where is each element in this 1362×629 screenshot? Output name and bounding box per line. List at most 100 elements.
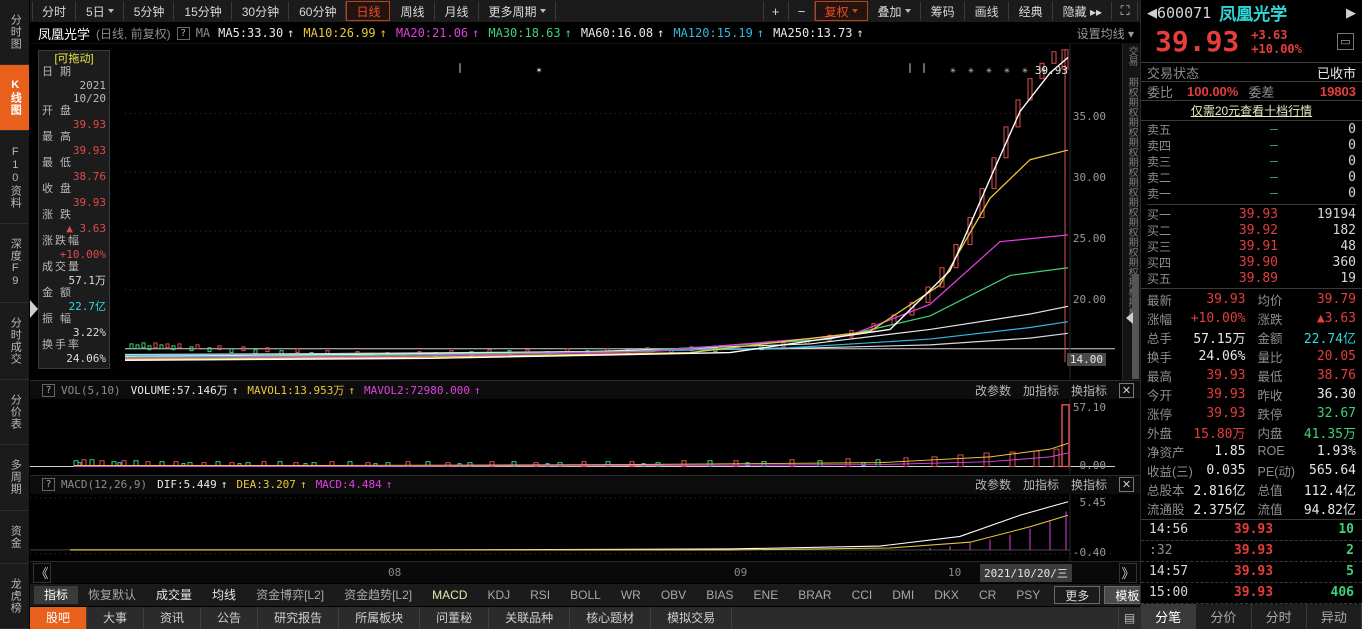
- indicator-rsi[interactable]: RSI: [520, 586, 560, 604]
- price-change: +3.63: [1251, 27, 1288, 42]
- period-monthly[interactable]: 月线: [435, 1, 479, 22]
- tab-suoshubankuai[interactable]: 所属板块: [339, 606, 421, 629]
- rail-item-zijin[interactable]: 资金: [0, 511, 29, 564]
- volume-add-indicator-button[interactable]: 加指标: [1023, 382, 1059, 399]
- period-daily[interactable]: 日线: [346, 1, 391, 22]
- rail-item-shendu[interactable]: 深度F9: [0, 224, 29, 303]
- macd-change-params-button[interactable]: 改参数: [975, 476, 1011, 493]
- indicator-obv[interactable]: OBV: [651, 586, 696, 604]
- overlay-button[interactable]: 叠加: [868, 1, 921, 22]
- period-5min[interactable]: 5分钟: [124, 1, 175, 22]
- volume-pane[interactable]: 57.10 0.00: [30, 399, 1140, 475]
- scroll-right-button[interactable]: 》: [1119, 562, 1137, 583]
- tab-guanlianpinzhong[interactable]: 关联品种: [489, 606, 571, 629]
- indicator-zhibiao[interactable]: 指标: [34, 585, 79, 604]
- help-icon[interactable]: ?: [176, 26, 190, 40]
- tick-list[interactable]: 14:56 39.93 10 :32 39.93 2 14:57 39.93 5…: [1141, 520, 1362, 604]
- zoom-in-button[interactable]: +: [762, 1, 789, 22]
- period-more[interactable]: 更多周期: [479, 1, 556, 22]
- tab-monijiaoyi[interactable]: 模拟交易: [651, 606, 733, 629]
- classic-button[interactable]: 经典: [1009, 1, 1053, 22]
- indicator-dkx[interactable]: DKX: [924, 586, 969, 604]
- tab-yanjiubaogao[interactable]: 研究报告: [258, 606, 340, 629]
- adjust-price-button[interactable]: 复权: [814, 1, 868, 22]
- period-15min[interactable]: 15分钟: [174, 1, 232, 22]
- indicator-wr[interactable]: WR: [611, 586, 651, 604]
- macd-pane[interactable]: 5.45 -0.40: [30, 493, 1140, 562]
- indicator-volume[interactable]: 成交量: [146, 586, 202, 604]
- indicator-kdj[interactable]: KDJ: [477, 586, 520, 604]
- indicator-brar[interactable]: BRAR: [788, 586, 841, 604]
- indicator-restore-default[interactable]: 恢复默认: [78, 586, 146, 604]
- period-30min[interactable]: 30分钟: [232, 1, 290, 22]
- tab-hexintichai[interactable]: 核心题材: [570, 606, 652, 629]
- indicator-boll[interactable]: BOLL: [560, 586, 611, 604]
- volume-close-icon[interactable]: ✕: [1119, 382, 1134, 398]
- indicator-ene[interactable]: ENE: [744, 586, 789, 604]
- indicator-dmi[interactable]: DMI: [882, 586, 924, 604]
- prev-stock-icon[interactable]: ◀: [1147, 5, 1157, 21]
- rtab-fenjia[interactable]: 分价: [1196, 603, 1252, 629]
- rail-item-duozhouqi[interactable]: 多周期: [0, 445, 29, 511]
- ten-level-quote-promo[interactable]: 仅需20元查看十档行情: [1141, 101, 1362, 120]
- tab-dashi[interactable]: 大事: [87, 606, 145, 629]
- rail-item-longhubang[interactable]: 龙虎榜: [0, 564, 29, 629]
- indicator-bias[interactable]: BIAS: [696, 586, 743, 604]
- date-axis[interactable]: 《 08 09 10 2021/10/20/三 》: [30, 561, 1140, 583]
- rail-item-fenjiabiao[interactable]: 分价表: [0, 380, 29, 446]
- tab-wendongmi[interactable]: 问董秘: [420, 606, 490, 629]
- period-weekly[interactable]: 周线: [390, 1, 435, 22]
- scroll-left-button[interactable]: 《: [33, 562, 51, 583]
- stats-row-change: 涨幅 +10.00% 涨跌 ▲3.63: [1141, 309, 1362, 328]
- macd-switch-indicator-button[interactable]: 换指标: [1071, 476, 1107, 493]
- tab-guba[interactable]: 股吧: [30, 606, 88, 629]
- volume-switch-indicator-button[interactable]: 换指标: [1071, 382, 1107, 399]
- candlestick-pane[interactable]: ✶ ✳ ✳ ✳ ✳ ✳ ✳ [可拖动] 日 期 2021 10/20 开 盘 39.9…: [30, 44, 1140, 381]
- indicator-psy[interactable]: PSY: [1006, 586, 1050, 604]
- rtab-fenbi[interactable]: 分笔: [1141, 603, 1197, 629]
- btn-label: 5日: [86, 4, 105, 19]
- indicator-cci[interactable]: CCI: [842, 586, 883, 604]
- indicator-fund-trend-l2[interactable]: 资金趋势[L2]: [334, 586, 422, 604]
- period-60min[interactable]: 60分钟: [289, 1, 347, 22]
- rtab-fenshi[interactable]: 分时: [1252, 603, 1307, 629]
- drawline-button[interactable]: 画线: [965, 1, 1009, 22]
- volume-canvas: [30, 399, 1115, 475]
- chips-button[interactable]: 筹码: [921, 1, 965, 22]
- order-label: 买五: [1147, 272, 1172, 287]
- rail-item-f10[interactable]: F10资料: [0, 131, 29, 224]
- macd-add-indicator-button[interactable]: 加指标: [1023, 476, 1059, 493]
- indicator-cr[interactable]: CR: [969, 586, 1006, 604]
- fullscreen-button[interactable]: ⛶: [1112, 1, 1138, 22]
- rail-item-kxiantu[interactable]: K线图: [0, 65, 29, 132]
- volume-change-params-button[interactable]: 改参数: [975, 382, 1011, 399]
- chart-vertical-scrollbar[interactable]: [1132, 274, 1139, 380]
- date-tick-08: 08: [388, 566, 402, 580]
- hide-button[interactable]: 隐藏 ▸▸: [1053, 1, 1112, 22]
- zoom-out-button[interactable]: −: [789, 1, 815, 22]
- rtab-yidong[interactable]: 异动: [1307, 603, 1362, 629]
- ma-settings-button[interactable]: 设置均线 ▾: [1077, 25, 1140, 42]
- indicator-ma[interactable]: 均线: [202, 586, 246, 604]
- current-price: 39.93: [1155, 25, 1240, 59]
- volume-value: VOLUME:57.146万: [130, 384, 228, 398]
- ma-label: MA: [195, 26, 211, 41]
- draggable-info-box[interactable]: [可拖动] 日 期 2021 10/20 开 盘 39.93 最 高 39.93…: [38, 50, 110, 370]
- period-fenshi[interactable]: 分时: [32, 1, 77, 22]
- chart-panel-collapse-icon[interactable]: [1126, 312, 1133, 325]
- rail-item-fenshitu[interactable]: 分时图: [0, 0, 29, 66]
- volume-help-icon[interactable]: ?: [42, 383, 55, 397]
- minimize-icon[interactable]: ▭: [1337, 33, 1354, 51]
- tab-gonggao[interactable]: 公告: [201, 606, 259, 629]
- indicator-fund-game-l2[interactable]: 资金博弈[L2]: [246, 586, 334, 604]
- calculator-icon[interactable]: ▤: [1118, 606, 1140, 629]
- period-5day[interactable]: 5日: [76, 1, 124, 22]
- macd-help-icon[interactable]: ?: [42, 478, 55, 492]
- rail-item-fenshichengjiao[interactable]: 分时成交: [0, 303, 29, 381]
- indicator-more-button[interactable]: 更多: [1054, 585, 1101, 604]
- macd-close-icon[interactable]: ✕: [1119, 477, 1134, 493]
- tab-zixun[interactable]: 资讯: [144, 606, 202, 629]
- indicator-macd[interactable]: MACD: [422, 586, 477, 604]
- rail-expand-handle[interactable]: [30, 300, 38, 318]
- next-stock-icon[interactable]: ▶: [1346, 5, 1356, 21]
